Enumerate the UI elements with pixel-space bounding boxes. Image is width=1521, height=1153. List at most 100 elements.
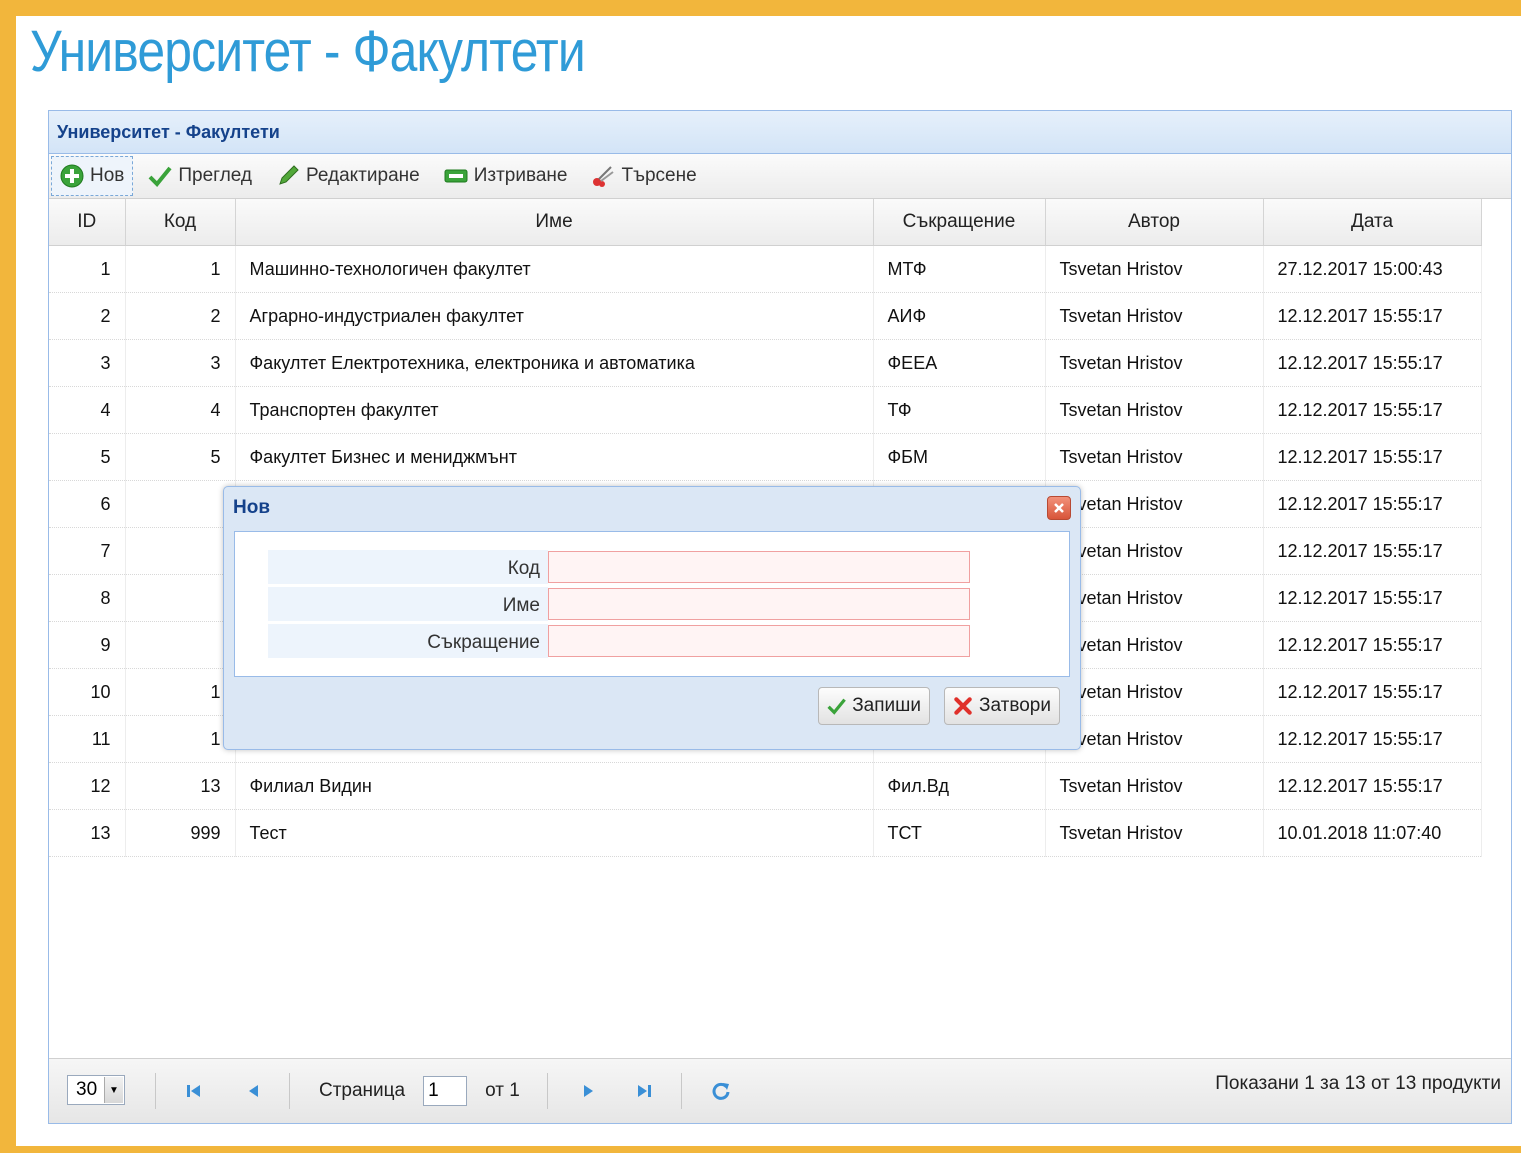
close-button-label: Затвори	[979, 695, 1051, 716]
cell-abbreviation: МТФ	[873, 245, 1046, 293]
form-row-abbreviation: Съкращение	[268, 624, 970, 658]
previous-page-icon	[249, 1085, 258, 1097]
close-button[interactable]: Затвори	[944, 687, 1060, 725]
cell-code: 1	[125, 668, 236, 716]
cell-code: 1	[125, 245, 236, 293]
cell-date: 12.12.2017 15:55:17	[1263, 574, 1482, 622]
cell-id: 13	[49, 809, 126, 857]
edit-button-label: Редактиране	[306, 165, 420, 186]
table-row[interactable]: 3 3 Факултет Електротехника, електроника и…	[49, 339, 1482, 387]
pager-separator	[155, 1073, 156, 1109]
page-number-input[interactable]	[423, 1076, 468, 1106]
page-size-select[interactable]: 30 ▼	[67, 1075, 125, 1105]
cell-date: 12.12.2017 15:55:17	[1263, 762, 1482, 810]
refresh-icon	[712, 1082, 730, 1100]
cell-code: 2	[125, 292, 236, 340]
column-header-name[interactable]: Име	[235, 199, 874, 246]
cell-date: 12.12.2017 15:55:17	[1263, 621, 1482, 669]
pager-summary: Показани 1 за 13 от 13 продукти	[1215, 1073, 1501, 1094]
table-row[interactable]: 1 1 Машинно-технологичен факултет МТФ Tsveta…	[49, 245, 1482, 293]
cell-id: 3	[49, 339, 126, 387]
cell-name: Филиал Видин	[235, 762, 874, 810]
pager-separator	[681, 1073, 682, 1109]
cell-id: 1	[49, 245, 126, 293]
cell-date: 12.12.2017 15:55:17	[1263, 668, 1482, 716]
table-row[interactable]: 13 999 Тест ТСТ Tsvetan Hristov 10.01.2018 11…	[49, 809, 1482, 857]
form-row-code: Код	[268, 550, 970, 584]
cell-code	[125, 621, 236, 669]
cell-date: 12.12.2017 15:55:17	[1263, 339, 1482, 387]
cell-id: 7	[49, 527, 126, 575]
checkmark-icon	[827, 698, 846, 715]
column-header-author[interactable]: Автор	[1045, 199, 1264, 246]
table-row[interactable]: 5 5 Факултет Бизнес и мениджмънт ФБМ Tsvetan…	[49, 433, 1482, 481]
cell-abbreviation: ТФ	[873, 386, 1046, 434]
column-header-date[interactable]: Дата	[1263, 199, 1482, 246]
view-button[interactable]: Преглед	[139, 156, 261, 196]
cell-id: 8	[49, 574, 126, 622]
dialog-title: Нов	[233, 497, 271, 518]
name-field[interactable]	[548, 588, 970, 620]
code-field[interactable]	[548, 551, 970, 583]
cell-name: Машинно-технологичен факултет	[235, 245, 874, 293]
cell-id: 9	[49, 621, 126, 669]
cell-abbreviation: ФБМ	[873, 433, 1046, 481]
pager-separator	[289, 1073, 290, 1109]
delete-button[interactable]: Изтриване	[435, 156, 577, 196]
next-page-icon	[584, 1085, 593, 1097]
column-header-abbreviation[interactable]: Съкращение	[873, 199, 1046, 246]
x-icon	[954, 697, 972, 715]
cell-date: 10.01.2018 11:07:40	[1263, 809, 1482, 857]
cell-code	[125, 480, 236, 528]
form-row-name: Име	[268, 587, 970, 621]
cell-date: 12.12.2017 15:55:17	[1263, 433, 1482, 481]
cell-author: Tsvetan Hristov	[1045, 809, 1264, 857]
abbreviation-field[interactable]	[548, 625, 970, 657]
chevron-down-icon: ▼	[104, 1077, 123, 1103]
search-button[interactable]: Търсене	[582, 156, 705, 196]
dialog-footer: Запиши Затвори	[234, 677, 1068, 737]
cell-abbreviation: АИФ	[873, 292, 1046, 340]
first-page-button[interactable]	[185, 1059, 203, 1123]
new-button[interactable]: Нов	[51, 156, 134, 196]
dialog-form: Код Име Съкращение	[234, 531, 1070, 677]
cell-code	[125, 527, 236, 575]
column-header-id[interactable]: ID	[49, 199, 126, 246]
previous-page-button[interactable]	[245, 1059, 263, 1123]
cell-date: 12.12.2017 15:55:17	[1263, 480, 1482, 528]
cell-name: Факултет Бизнес и мениджмънт	[235, 433, 874, 481]
edit-button[interactable]: Редактиране	[267, 156, 429, 196]
table-row[interactable]: 12 13 Филиал Видин Фил.Вд Tsvetan Hristov 12.…	[49, 762, 1482, 810]
table-row[interactable]: 2 2 Аграрно-индустриален факултет АИФ Tsveta…	[49, 292, 1482, 340]
page-count-label: от 1	[485, 1080, 520, 1101]
table-row[interactable]: 4 4 Транспортен факултет ТФ Tsvetan Hristov 1…	[49, 386, 1482, 434]
cell-date: 12.12.2017 15:55:17	[1263, 386, 1482, 434]
cell-abbreviation: Фил.Вд	[873, 762, 1046, 810]
last-page-icon	[638, 1085, 651, 1097]
page-size-value: 30	[76, 1079, 98, 1100]
cell-date: 12.12.2017 15:55:17	[1263, 715, 1482, 763]
next-page-button[interactable]	[579, 1059, 597, 1123]
name-label: Име	[268, 587, 548, 621]
page-title: Университет - Факултети	[30, 19, 586, 84]
cell-name: Транспортен факултет	[235, 386, 874, 434]
cell-author: Tsvetan Hristov	[1045, 762, 1264, 810]
save-button[interactable]: Запиши	[818, 687, 930, 725]
column-header-code[interactable]: Код	[125, 199, 236, 246]
cell-code: 1	[125, 715, 236, 763]
last-page-button[interactable]	[635, 1059, 653, 1123]
cell-id: 6	[49, 480, 126, 528]
code-label: Код	[268, 550, 548, 584]
pager-separator	[547, 1073, 548, 1109]
dialog-close-button[interactable]	[1047, 496, 1071, 520]
cell-id: 2	[49, 292, 126, 340]
cell-author: Tsvetan Hristov	[1045, 386, 1264, 434]
first-page-icon	[187, 1085, 200, 1097]
cell-author: Tsvetan Hristov	[1045, 245, 1264, 293]
toolbar: Нов Преглед Редактиране Изтриване Търсен…	[49, 154, 1511, 199]
pencil-icon	[276, 164, 300, 188]
minus-icon	[444, 164, 468, 188]
abbreviation-label: Съкращение	[268, 624, 548, 658]
refresh-button[interactable]	[711, 1059, 731, 1123]
cell-code: 3	[125, 339, 236, 387]
